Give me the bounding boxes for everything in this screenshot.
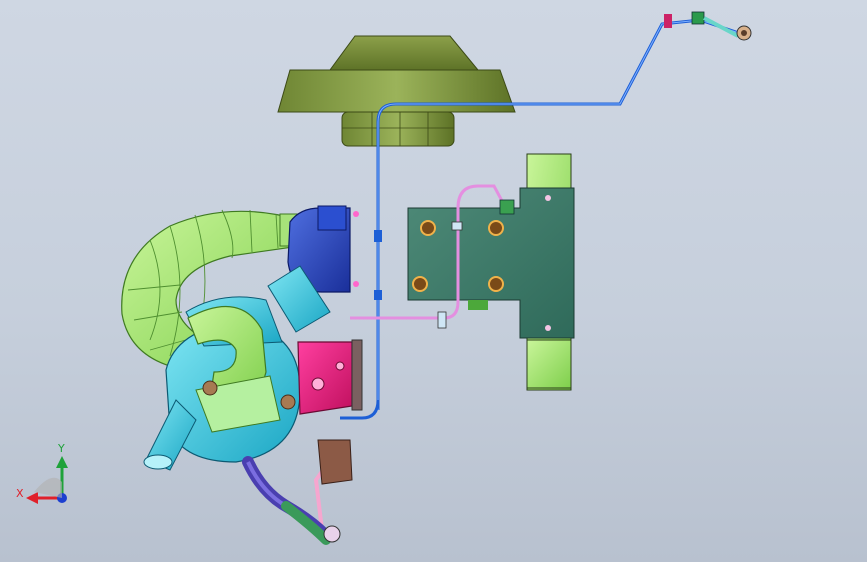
cad-viewport[interactable]: X Y <box>0 0 867 562</box>
exhaust-manifold[interactable] <box>297 339 363 485</box>
model-canvas[interactable]: X Y <box>0 0 867 562</box>
mounting-bracket[interactable] <box>407 153 575 391</box>
axis-y-label: Y <box>57 442 65 455</box>
axis-x-label: X <box>16 487 24 500</box>
air-filter-housing[interactable] <box>277 35 516 147</box>
axis-triad-icon: X Y <box>16 442 68 504</box>
connector-fitting[interactable] <box>736 25 752 41</box>
